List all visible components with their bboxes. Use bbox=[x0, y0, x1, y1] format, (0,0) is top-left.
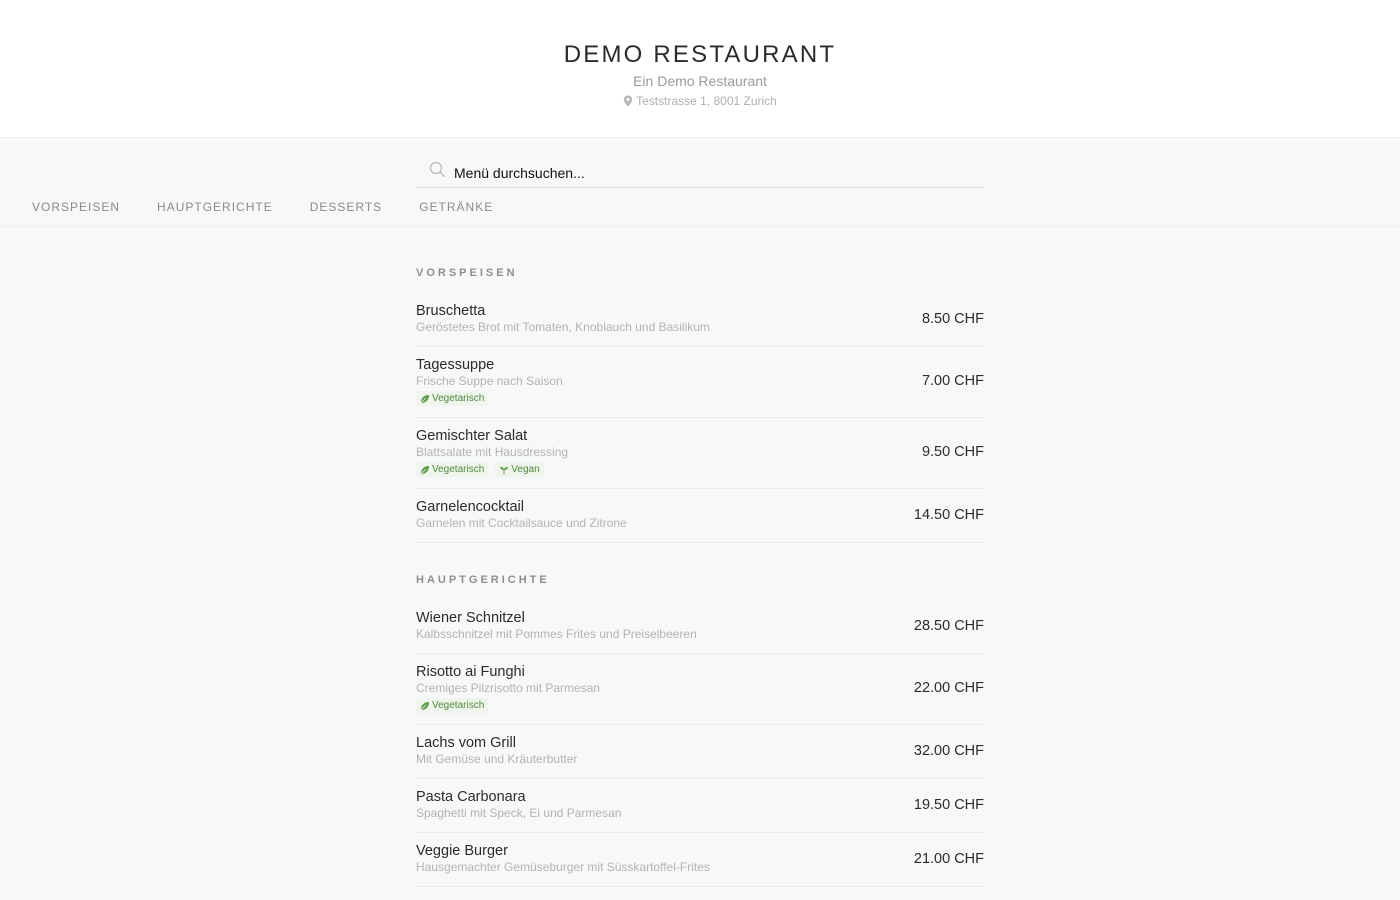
menu-item-name: Garnelencocktail bbox=[416, 499, 524, 515]
menu-item[interactable]: Garnelencocktail Garnelen mit Cocktailsau… bbox=[416, 489, 984, 543]
menu-item-description: Kalbsschnitzel mit Pommes Frites und Pre… bbox=[416, 627, 697, 641]
diet-tags: Vegetarisch bbox=[416, 698, 600, 713]
menu-item-description: Blattsalate mit Hausdressing bbox=[416, 445, 569, 459]
vegetarian-badge: Vegetarisch bbox=[416, 698, 489, 713]
menu-item-info: Tagessuppe Frische Suppe nach Saison Veget… bbox=[416, 356, 563, 406]
menu-item-info: Pasta Carbonara Spaghetti mit Speck, Ei u… bbox=[416, 788, 621, 821]
menu-item-description: Geröstetes Brot mit Tomaten, Knoblauch u… bbox=[416, 320, 710, 334]
menu-item[interactable]: Bruschetta Geröstetes Brot mit Tomaten, K… bbox=[416, 302, 984, 347]
menu-item-name: Wiener Schnitzel bbox=[416, 610, 525, 626]
menu-navigation: VORSPEISEN HAUPTGERICHTE DESSERTS GETRÄN… bbox=[0, 138, 1400, 227]
diet-tags: Vegetarisch bbox=[416, 391, 563, 406]
section-title: VORSPEISEN bbox=[416, 267, 518, 279]
diet-tags: Vegetarisch Vegan bbox=[416, 462, 568, 477]
search-bar bbox=[416, 159, 984, 188]
search-input[interactable] bbox=[454, 160, 954, 186]
menu-item-list: Bruschetta Geröstetes Brot mit Tomaten, K… bbox=[416, 302, 984, 543]
menu-item-price: 9.50 CHF bbox=[921, 444, 984, 460]
menu-item-name: Gemischter Salat bbox=[416, 428, 528, 444]
menu-section: VORSPEISEN Bruschetta Geröstetes Brot mit … bbox=[416, 266, 984, 543]
map-pin-icon bbox=[623, 95, 633, 107]
menu-item[interactable]: Wiener Schnitzel Kalbsschnitzel mit Pomme… bbox=[416, 609, 984, 654]
diet-tag-label: Vegetarisch bbox=[432, 464, 485, 475]
menu-item-name: Lachs vom Grill bbox=[416, 735, 516, 751]
tab-vorspeisen[interactable]: VORSPEISEN bbox=[32, 200, 120, 214]
tab-getraenke[interactable]: GETRÄNKE bbox=[419, 200, 493, 214]
vegetarian-badge: Vegetarisch bbox=[416, 391, 489, 406]
menu-item-info: Gemischter Salat Blattsalate mit Hausdres… bbox=[416, 427, 568, 477]
menu-item-price: 22.00 CHF bbox=[913, 680, 984, 696]
menu-item-description: Frische Suppe nach Saison bbox=[416, 374, 563, 388]
diet-tag-label: Vegetarisch bbox=[432, 700, 485, 711]
vegan-badge: Vegan bbox=[495, 462, 544, 477]
restaurant-header: DEMO RESTAURANT Ein Demo Restaurant Test… bbox=[0, 0, 1400, 138]
menu-item-price: 32.00 CHF bbox=[913, 742, 984, 759]
tab-desserts[interactable]: DESSERTS bbox=[310, 200, 382, 214]
menu-content: VORSPEISEN Bruschetta Geröstetes Brot mit … bbox=[416, 266, 984, 887]
restaurant-address: Teststrasse 1, 8001 Zurich bbox=[0, 93, 1400, 109]
restaurant-name: DEMO RESTAURANT bbox=[563, 41, 837, 68]
menu-item-info: Lachs vom Grill Mit Gemüse und Kräuterbut… bbox=[416, 734, 577, 767]
menu-item-info: Wiener Schnitzel Kalbsschnitzel mit Pomme… bbox=[416, 609, 697, 642]
leaf-icon bbox=[420, 394, 430, 404]
address-text: Teststrasse 1, 8001 Zurich bbox=[636, 94, 777, 108]
menu-item-info: Bruschetta Geröstetes Brot mit Tomaten, K… bbox=[416, 302, 710, 335]
menu-item-name: Risotto ai Funghi bbox=[416, 664, 525, 680]
menu-item-description: Mit Gemüse und Kräuterbutter bbox=[416, 752, 578, 766]
tab-hauptgerichte[interactable]: HAUPTGERICHTE bbox=[157, 200, 273, 214]
section-title: HAUPTGERICHTE bbox=[416, 574, 550, 586]
search-icon bbox=[429, 161, 447, 179]
diet-tag-label: Vegan bbox=[511, 464, 540, 475]
menu-item-price: 14.50 CHF bbox=[913, 506, 984, 523]
menu-item-name: Tagessuppe bbox=[416, 357, 495, 373]
leaf-icon bbox=[420, 701, 430, 711]
diet-tag-label: Vegetarisch bbox=[432, 393, 485, 404]
restaurant-subtitle: Ein Demo Restaurant bbox=[633, 73, 767, 89]
menu-item-name: Pasta Carbonara bbox=[416, 789, 526, 805]
menu-item-description: Hausgemachter Gemüseburger mit Süsskarto… bbox=[416, 860, 710, 874]
menu-item-description: Cremiges Pilzrisotto mit Parmesan bbox=[416, 681, 601, 695]
menu-item-price: 8.50 CHF bbox=[921, 310, 984, 327]
category-tabs: VORSPEISEN HAUPTGERICHTE DESSERTS GETRÄN… bbox=[32, 200, 530, 214]
sprout-icon bbox=[499, 465, 509, 475]
menu-item[interactable]: Veggie Burger Hausgemachter Gemüseburger … bbox=[416, 833, 984, 887]
menu-item-info: Risotto ai Funghi Cremiges Pilzrisotto mi… bbox=[416, 663, 600, 713]
menu-item[interactable]: Risotto ai Funghi Cremiges Pilzrisotto mi… bbox=[416, 654, 984, 725]
menu-item-price: 19.50 CHF bbox=[913, 796, 984, 813]
menu-item-info: Veggie Burger Hausgemachter Gemüseburger … bbox=[416, 842, 710, 875]
menu-item-price: 7.00 CHF bbox=[921, 373, 984, 389]
leaf-icon bbox=[420, 465, 430, 475]
menu-item[interactable]: Lachs vom Grill Mit Gemüse und Kräuterbut… bbox=[416, 725, 984, 779]
menu-item-price: 28.50 CHF bbox=[913, 617, 984, 634]
vegetarian-badge: Vegetarisch bbox=[416, 462, 489, 477]
menu-item[interactable]: Gemischter Salat Blattsalate mit Hausdres… bbox=[416, 418, 984, 489]
menu-item[interactable]: Tagessuppe Frische Suppe nach Saison Veget… bbox=[416, 347, 984, 418]
menu-item-description: Spaghetti mit Speck, Ei und Parmesan bbox=[416, 806, 622, 820]
menu-item-description: Garnelen mit Cocktailsauce und Zitrone bbox=[416, 516, 627, 530]
menu-section: HAUPTGERICHTE Wiener Schnitzel Kalbsschnit… bbox=[416, 573, 984, 887]
menu-item-list: Wiener Schnitzel Kalbsschnitzel mit Pomme… bbox=[416, 609, 984, 887]
menu-item-info: Garnelencocktail Garnelen mit Cocktailsau… bbox=[416, 498, 627, 531]
menu-item-name: Bruschetta bbox=[416, 303, 486, 319]
menu-item-name: Veggie Burger bbox=[416, 843, 508, 859]
menu-item-price: 21.00 CHF bbox=[913, 850, 984, 867]
menu-item[interactable]: Pasta Carbonara Spaghetti mit Speck, Ei u… bbox=[416, 779, 984, 833]
